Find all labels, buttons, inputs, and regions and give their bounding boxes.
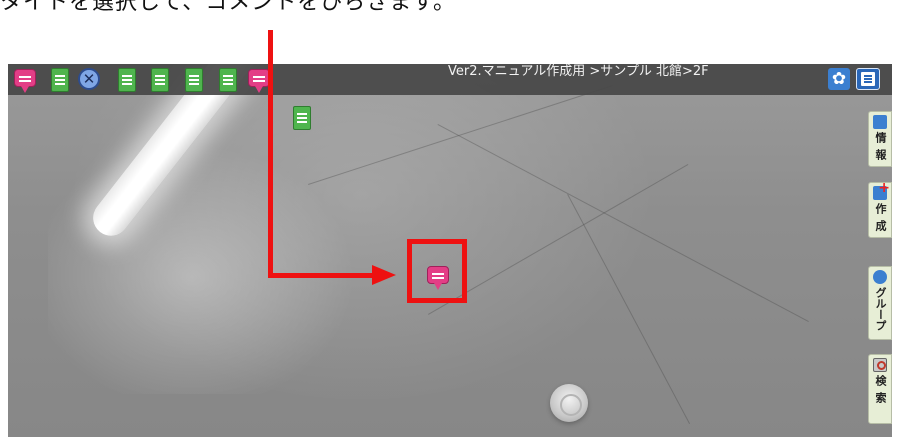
note-icon: [189, 79, 199, 81]
note-icon: [223, 79, 233, 81]
info-icon: [873, 115, 887, 129]
instruction-caption: タイトを選択して、コメントをひらきます。: [0, 0, 457, 15]
side-tab-label: グループ: [874, 287, 887, 331]
note-marker[interactable]: [151, 68, 169, 92]
note-icon: [55, 79, 65, 81]
side-tab-info[interactable]: 情報: [868, 111, 892, 167]
note-marker[interactable]: [118, 68, 136, 92]
note-icon: [155, 79, 165, 81]
annotation-highlight-box: [407, 239, 467, 303]
create-icon: [873, 180, 890, 200]
light-glow: [48, 134, 368, 394]
side-tab-label: 情報: [874, 132, 887, 166]
side-tab-create[interactable]: 作成: [868, 180, 892, 238]
side-tab-label: 作成: [874, 203, 887, 237]
ceiling-seam: [437, 124, 809, 323]
note-marker[interactable]: [51, 68, 69, 92]
comment-bubble-icon: [253, 76, 265, 78]
breadcrumb: Ver2.マニュアル作成用 >サンプル 北館>2F: [448, 64, 709, 79]
scene-note-marker[interactable]: [293, 106, 311, 130]
smoke-detector: [550, 384, 588, 422]
info-panel-icon[interactable]: [856, 68, 880, 90]
annotation-arrow: [268, 273, 373, 278]
annotation-arrow: [268, 30, 273, 278]
note-marker[interactable]: [185, 68, 203, 92]
group-icon: [873, 270, 887, 284]
side-tab-group[interactable]: グループ: [868, 266, 892, 340]
note-icon: [297, 117, 307, 119]
comment-bubble-icon: [19, 76, 31, 78]
note-icon: [122, 79, 132, 81]
ceiling-seam: [428, 164, 689, 315]
comment-marker[interactable]: [14, 69, 36, 93]
note-marker[interactable]: [219, 68, 237, 92]
side-tab-label: 検索: [874, 375, 887, 409]
viewer-toolbar: ✕ Ver2.マニュアル作成用 >サンプル 北館>2F ✿: [8, 64, 892, 95]
search-icon: [873, 358, 887, 372]
comment-marker[interactable]: [248, 69, 270, 93]
gear-icon[interactable]: ✿: [828, 68, 850, 90]
close-circle-icon[interactable]: ✕: [78, 68, 100, 90]
arrowhead-icon: [372, 265, 396, 285]
ceiling-seam: [567, 194, 691, 425]
side-tab-search[interactable]: 検索: [868, 354, 892, 424]
